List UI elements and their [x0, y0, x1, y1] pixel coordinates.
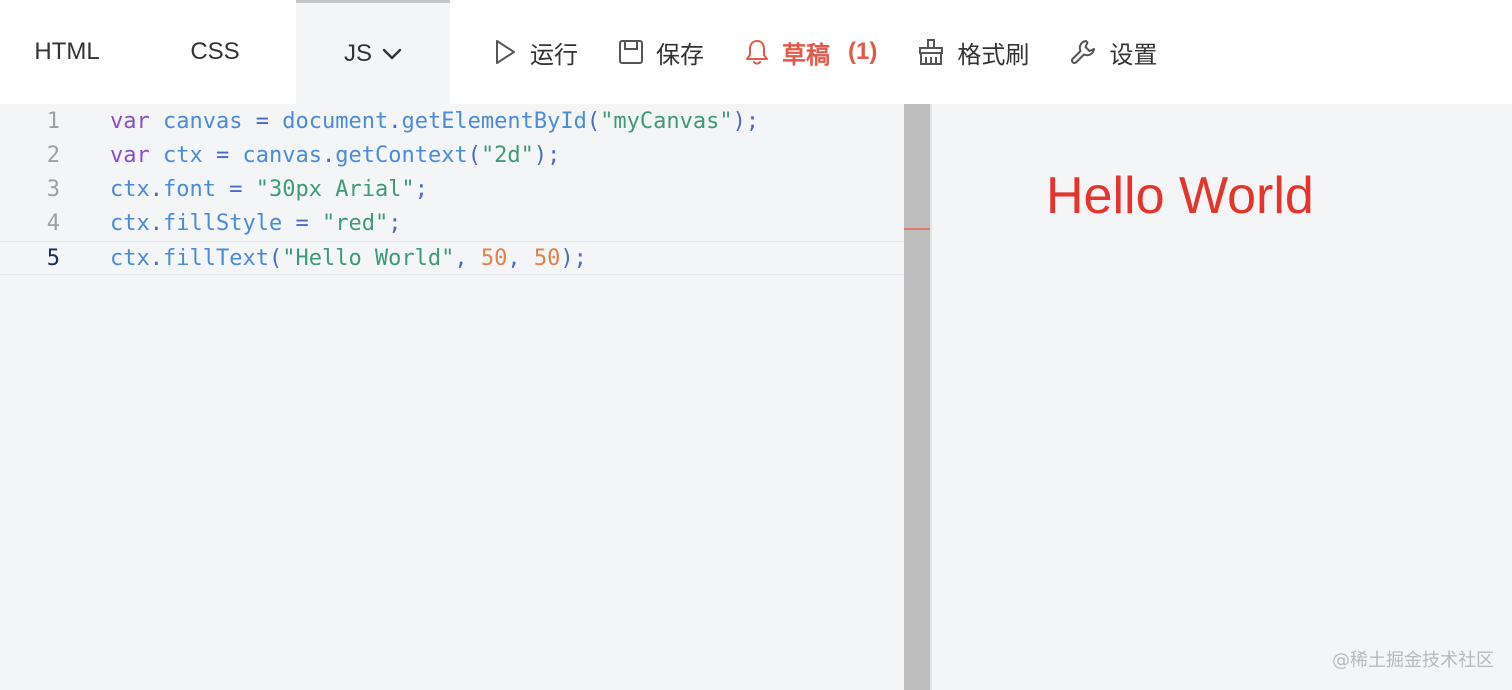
- code-token: =: [215, 176, 256, 202]
- code-token: (: [467, 142, 481, 168]
- draft-count-badge: (1): [848, 38, 878, 65]
- code-token: .: [149, 176, 163, 202]
- code-token: "2d": [480, 142, 534, 168]
- draft-button-label: 草稿: [782, 41, 830, 69]
- code-token: );: [732, 108, 760, 134]
- format-button-label: 格式刷: [957, 41, 1030, 69]
- settings-button-label: 设置: [1109, 41, 1158, 69]
- code-token: "Hello World": [282, 245, 455, 271]
- code-line[interactable]: 3 ctx.font = "30px Arial";: [0, 172, 904, 206]
- code-editor[interactable]: 1 var canvas = document.getElementById("m…: [0, 104, 904, 690]
- code-line[interactable]: 5 ctx.fillText("Hello World", 50, 50);: [0, 241, 904, 275]
- code-token: );: [560, 245, 587, 271]
- code-token: (: [586, 108, 601, 134]
- tab-css-label: CSS: [190, 38, 240, 65]
- tab-html-label: HTML: [34, 38, 100, 65]
- run-button-label: 运行: [530, 41, 578, 69]
- code-token: .: [149, 245, 163, 271]
- wrench-icon: [1069, 38, 1097, 66]
- code-line[interactable]: 2 var ctx = canvas.getContext("2d");: [0, 138, 904, 172]
- line-number: 3: [46, 176, 60, 202]
- code-token: =: [202, 142, 243, 168]
- code-token: ctx: [110, 245, 150, 271]
- code-token: getElementById: [401, 108, 587, 134]
- code-token: fillText: [163, 245, 269, 271]
- code-text: ctx.fillStyle = "red";: [110, 211, 401, 236]
- settings-button[interactable]: 设置: [1069, 35, 1157, 70]
- bell-icon: [744, 38, 770, 66]
- line-number: 4: [46, 210, 60, 236]
- code-line[interactable]: 4 ctx.fillStyle = "red";: [0, 206, 904, 240]
- code-token: .: [321, 142, 336, 168]
- line-number: 1: [46, 108, 60, 134]
- code-playground: HTML CSS JS 运行 保存 草稿 (1) 格式刷 设置 1 var ca…: [0, 0, 1512, 690]
- code-token: "30px Arial": [255, 176, 415, 202]
- code-token: getContext: [335, 142, 468, 168]
- draft-button[interactable]: 草稿 (1): [744, 35, 877, 70]
- code-token: ctx: [163, 142, 203, 168]
- code-token: 50: [533, 245, 561, 271]
- watermark: @稀土掘金技术社区: [1332, 650, 1494, 671]
- format-button[interactable]: 格式刷: [917, 35, 1029, 70]
- code-token: var: [110, 142, 150, 168]
- code-token: =: [242, 108, 283, 134]
- line-number: 5: [46, 245, 60, 271]
- toolbar-actions: 运行 保存 草稿 (1) 格式刷 设置: [450, 0, 1197, 104]
- toolbar: HTML CSS JS 运行 保存 草稿 (1) 格式刷 设置: [0, 0, 1512, 104]
- splitter-marker: [904, 228, 930, 230]
- code-token: font: [163, 176, 216, 202]
- code-token: ,: [507, 245, 534, 271]
- code-token: );: [533, 142, 561, 168]
- code-line[interactable]: 1 var canvas = document.getElementById("m…: [0, 104, 904, 138]
- play-icon: [492, 38, 518, 66]
- code-token: 50: [480, 245, 508, 271]
- floppy-disk-icon: [618, 39, 644, 65]
- code-token: ;: [414, 176, 428, 202]
- preview-pane: Hello World @稀土掘金技术社区: [932, 104, 1512, 690]
- code-text: ctx.fillText("Hello World", 50, 50);: [110, 246, 587, 271]
- code-text: var canvas = document.getElementById("my…: [110, 109, 759, 134]
- code-token: =: [282, 210, 322, 236]
- tab-js-label: JS: [343, 39, 372, 67]
- code-token: "red": [321, 210, 389, 236]
- chevron-down-icon[interactable]: [382, 47, 402, 61]
- pane-splitter[interactable]: [904, 104, 930, 690]
- code-token: fillStyle: [163, 210, 283, 236]
- code-token: (: [268, 245, 283, 271]
- run-button[interactable]: 运行: [492, 35, 578, 70]
- code-token: ctx: [110, 210, 150, 236]
- tab-css[interactable]: CSS: [134, 0, 296, 104]
- save-button[interactable]: 保存: [618, 35, 704, 70]
- code-token: document: [282, 108, 389, 134]
- code-token: canvas: [242, 142, 322, 168]
- code-token: canvas: [163, 108, 243, 134]
- code-text: ctx.font = "30px Arial";: [110, 177, 428, 202]
- code-token: .: [388, 108, 402, 134]
- code-token: ctx: [110, 176, 150, 202]
- save-button-label: 保存: [656, 41, 704, 69]
- code-token: var: [110, 108, 150, 134]
- preview-canvas-text: Hello World: [1046, 167, 1314, 225]
- tab-js[interactable]: JS: [296, 0, 450, 104]
- code-token: .: [149, 210, 163, 236]
- code-token: ;: [388, 210, 402, 236]
- code-token: "myCanvas": [600, 108, 733, 134]
- tab-html[interactable]: HTML: [0, 0, 134, 104]
- code-token: ,: [454, 245, 481, 271]
- code-text: var ctx = canvas.getContext("2d");: [110, 143, 560, 168]
- line-number: 2: [46, 142, 60, 168]
- format-brush-icon: [917, 38, 945, 66]
